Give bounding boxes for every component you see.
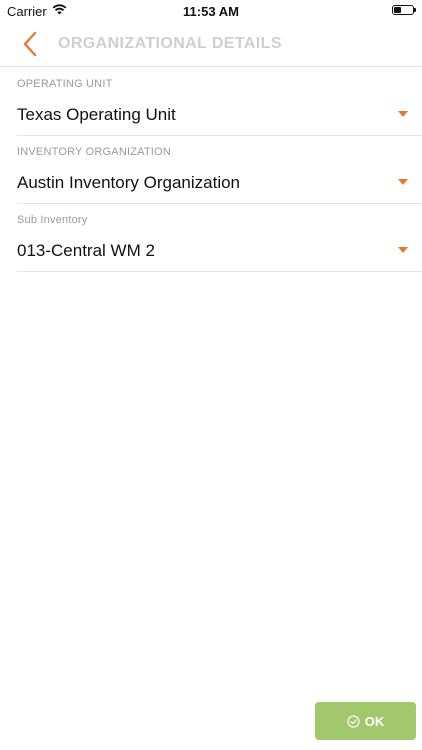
operating-unit-value: Texas Operating Unit [17,105,176,124]
battery-icon [392,5,416,15]
inventory-organization-dropdown[interactable]: INVENTORY ORGANIZATION Austin Inventory … [17,135,422,204]
caret-down-icon [398,247,408,253]
inventory-organization-label: INVENTORY ORGANIZATION [17,146,171,158]
operating-unit-label: OPERATING UNIT [17,78,113,90]
status-bar: Carrier 11:53 AM [0,0,422,22]
navigation-bar: ORGANIZATIONAL DETAILS [0,22,422,67]
status-time: 11:53 AM [183,4,239,19]
back-button[interactable] [18,30,44,58]
caret-down-icon [398,111,408,117]
sub-inventory-dropdown[interactable]: Sub Inventory 013-Central WM 2 [17,203,422,272]
page-title: ORGANIZATIONAL DETAILS [58,35,282,52]
caret-down-icon [398,179,408,185]
sub-inventory-value: 013-Central WM 2 [17,241,155,260]
inventory-organization-value: Austin Inventory Organization [17,173,241,192]
sub-inventory-label: Sub Inventory [17,214,88,226]
chevron-left-icon [23,31,37,57]
ok-button-label: OK [364,713,385,729]
check-circle-icon [347,714,360,728]
operating-unit-dropdown[interactable]: OPERATING UNIT Texas Operating Unit [17,67,422,136]
ok-button[interactable]: OK [315,702,416,740]
